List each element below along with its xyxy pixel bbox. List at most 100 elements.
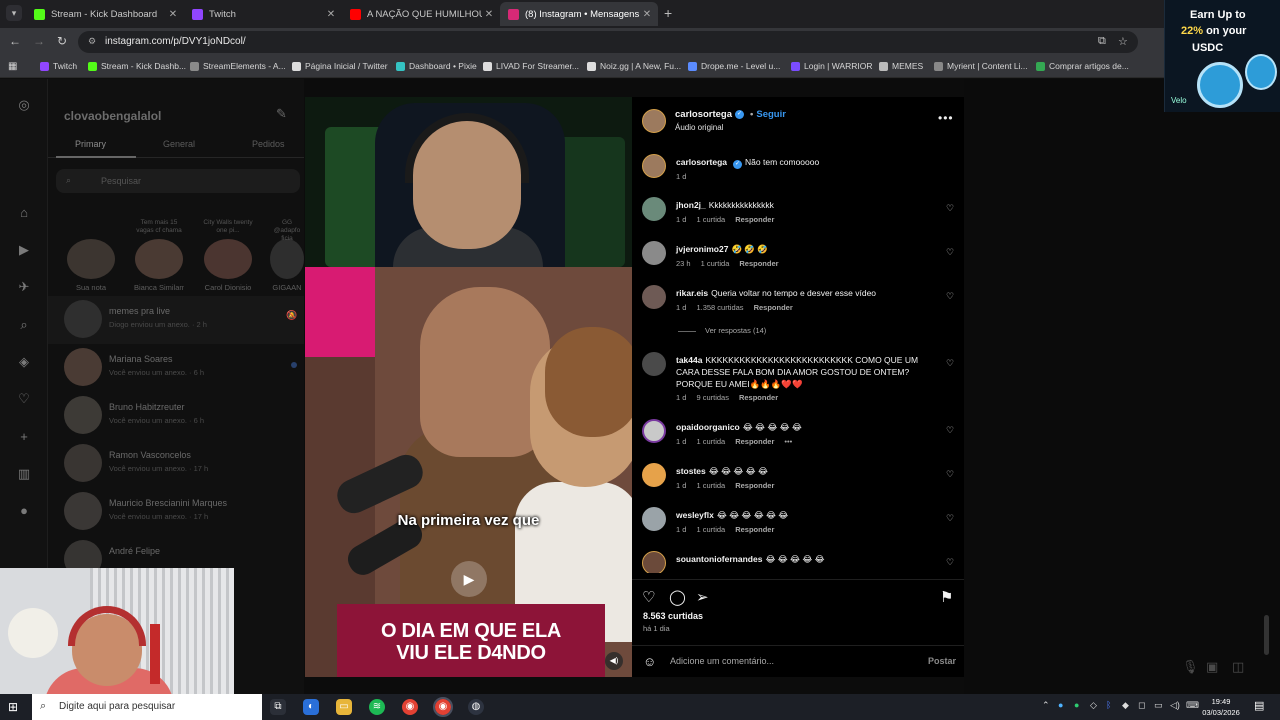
tab-youtube[interactable]: A NAÇÃO QUE HUMILHOU OS ✕ [342,2,500,26]
close-tab-icon[interactable]: ✕ [166,9,180,20]
reply-button[interactable]: Responder [739,393,778,402]
bookmark-twitter[interactable]: Página Inicial / Twitter [292,61,388,71]
tab-instagram[interactable]: (8) Instagram • Mensagens ✕ [500,2,658,26]
conversation-item[interactable]: Mauricio Brescianini Marques Você enviou… [48,488,304,536]
comment-likes[interactable]: 1.358 curtidas [696,303,743,312]
like-comment-heart-icon[interactable]: ♡ [946,247,954,258]
like-comment-heart-icon[interactable]: ♡ [946,513,954,524]
task-view-icon[interactable]: ⧉ [270,699,286,715]
avatar[interactable] [642,419,666,443]
reply-button[interactable]: Responder [735,525,774,534]
comment-username[interactable]: rikar.eis [676,288,708,298]
taskbar-search[interactable]: ⌕ Digite aqui para pesquisar [32,694,262,720]
home-icon[interactable]: ⌂ [16,205,32,221]
search-icon[interactable]: ⌕ [16,317,32,333]
bookmark-myrient[interactable]: Myrient | Content Li... [934,61,1028,71]
bookmark-livad[interactable]: LIVAD For Streamer... [483,61,579,71]
conversation-item[interactable]: Ramon Vasconcelos Você enviou um anexo. … [48,440,304,488]
close-tab-icon[interactable]: ✕ [640,9,654,20]
audio-icon[interactable]: ◀) [605,652,623,670]
reload-icon[interactable]: ↻ [57,34,67,48]
bookmark-noiz[interactable]: Noiz.gg | A New, Fu... [587,61,681,71]
comment-likes[interactable]: 1 curtida [696,481,725,490]
tray-app-icon[interactable]: ◻ [1138,700,1145,711]
more-options-icon[interactable]: ••• [938,111,954,125]
tray-app-icon[interactable]: ◆ [1122,700,1129,711]
new-tab-icon[interactable]: + [664,5,672,21]
comment-username[interactable]: jhon2j_ [676,200,706,210]
emoji-icon[interactable]: ☺ [643,654,656,669]
copilot-icon[interactable]: ◐ [303,699,319,715]
tab-twitch[interactable]: Twitch ✕ [184,2,342,26]
comment-more-icon[interactable]: ••• [784,437,792,446]
like-heart-icon[interactable]: ♡ [642,588,655,606]
reels-icon[interactable]: ▶ [16,242,32,258]
avatar[interactable] [642,197,666,221]
comment-likes[interactable]: 1 curtida [696,215,725,224]
bookmark-star-icon[interactable]: ☆ [1118,35,1128,48]
sticker-icon[interactable]: ◫ [1232,659,1244,675]
tab-kick-dashboard[interactable]: Stream - Kick Dashboard ✕ [26,2,184,26]
bookmark-kick[interactable]: Stream - Kick Dashb... [88,61,186,71]
story-note[interactable]: Sua nota [66,219,116,292]
network-icon[interactable]: ▭ [1154,700,1163,711]
dm-username[interactable]: clovaobengalalol [64,109,161,123]
comment-bubble-icon[interactable]: ◯ [669,588,686,606]
tray-app-icon[interactable]: ◇ [1090,700,1097,711]
tab-general[interactable]: General [163,139,195,149]
story-note[interactable]: Tem mais 15 vagas cf chama Bianca Simila… [134,219,184,292]
site-info-icon[interactable]: ⚙ [88,36,100,48]
like-comment-heart-icon[interactable]: ♡ [946,358,954,369]
bookmark-warrior[interactable]: Login | WARRIOR [791,61,873,71]
obs-icon[interactable]: ◍ [468,699,484,715]
close-tab-icon[interactable]: ✕ [324,9,338,20]
comment-username[interactable]: souantoniofernandes [676,554,762,564]
avatar[interactable] [642,551,666,573]
bookmark-drope[interactable]: Drope.me - Level u... [688,61,780,71]
save-bookmark-icon[interactable]: ⚑ [940,588,953,606]
messages-icon[interactable]: ✈ [16,279,32,295]
story-note[interactable]: GG @adapfo ficia GIGAAN [270,219,304,292]
instagram-logo-icon[interactable]: ◎ [16,97,32,113]
bookmark-folder-memes[interactable]: MEMES [879,61,923,71]
bookmark-twitch[interactable]: Twitch [40,61,77,71]
notifications-heart-icon[interactable]: ♡ [16,391,32,407]
show-hidden-icons-icon[interactable]: ⌃ [1042,700,1050,711]
install-app-icon[interactable]: ⧉ [1098,35,1106,48]
forward-icon[interactable]: → [33,34,45,48]
notification-center-icon[interactable]: ▤ [1254,699,1264,712]
like-comment-heart-icon[interactable]: ♡ [946,203,954,214]
reply-button[interactable]: Responder [739,259,778,268]
system-clock[interactable]: 19:49 03/03/2026 [1196,696,1246,718]
file-explorer-icon[interactable]: ▭ [336,699,352,715]
reply-button[interactable]: Responder [735,481,774,490]
like-comment-heart-icon[interactable]: ♡ [946,291,954,302]
comment-username[interactable]: stostes [676,466,706,476]
crypto-ad-overlay[interactable]: Earn Up to 22% on your USDC Velo [1164,0,1280,112]
avatar[interactable] [642,241,666,265]
explore-icon[interactable]: ◈ [16,354,32,370]
follow-button[interactable]: Seguir [756,109,786,120]
apps-grid-icon[interactable]: ▦ [8,61,17,72]
bookmark-google-shopping[interactable]: Comprar artigos de... [1036,61,1129,71]
create-icon[interactable]: + [16,429,32,445]
microphone-icon[interactable]: 🎙 [1182,659,1199,675]
tray-app-icon[interactable]: ● [1074,700,1079,710]
post-comment-button[interactable]: Postar [928,656,956,666]
tab-requests[interactable]: Pedidos [252,139,285,149]
reply-button[interactable]: Responder [735,437,774,446]
author-username[interactable]: carlosortega [675,109,732,120]
author-avatar[interactable] [642,109,666,133]
comment-likes[interactable]: 9 curtidas [696,393,729,402]
address-bar[interactable]: ⚙ instagram.com/p/DVY1joNDcol/ ⧉ ☆ [78,31,1138,53]
comment-likes[interactable]: 1 curtida [696,437,725,446]
audio-label[interactable]: Áudio original [675,123,723,132]
comment-username[interactable]: tak44a [676,355,702,365]
comment-username[interactable]: wesleyflx [676,510,714,520]
comment-input[interactable]: Adicione um comentário... [670,656,774,666]
avatar[interactable] [642,463,666,487]
comment-username[interactable]: jvjeronimo27 [676,244,728,254]
bookmark-streamelements[interactable]: StreamElements - A... [190,61,286,71]
view-replies-button[interactable]: Ver respostas (14) [678,326,766,335]
dm-search-input[interactable]: ⌕ Pesquisar [56,169,300,193]
